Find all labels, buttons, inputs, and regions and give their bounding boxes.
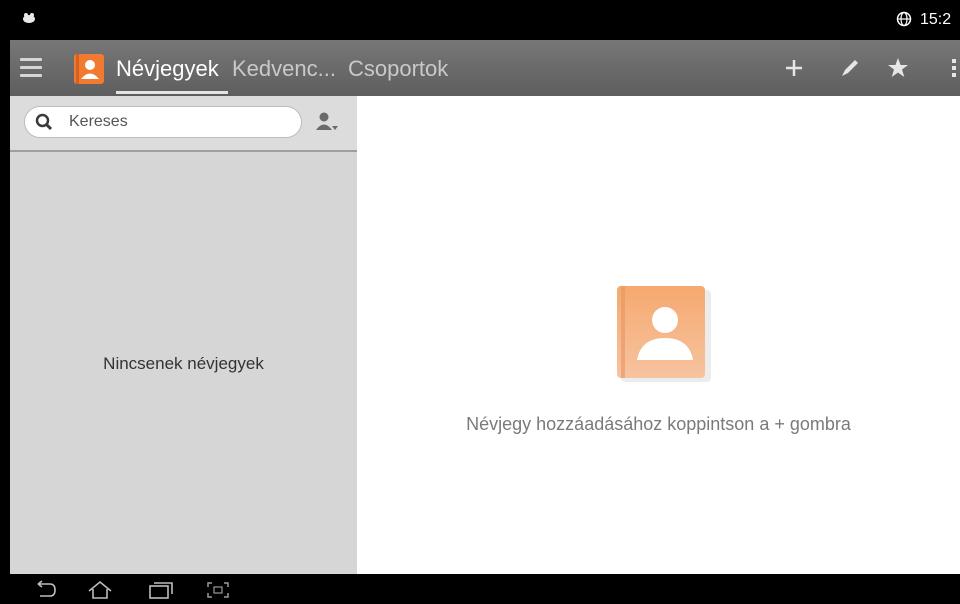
navigation-bar (0, 574, 960, 604)
add-icon[interactable] (780, 54, 808, 82)
contact-book-icon (617, 286, 711, 382)
contacts-app-icon (74, 54, 104, 84)
search-icon (35, 113, 53, 131)
contact-detail-panel: Névjegy hozzáadásához koppintson a + gom… (357, 96, 960, 574)
star-icon[interactable] (884, 54, 912, 82)
search-field[interactable] (24, 106, 302, 138)
contact-filter-icon[interactable] (314, 110, 340, 134)
contacts-list-panel: Nincsenek névjegyek (10, 96, 357, 574)
notification-icon (23, 13, 35, 23)
back-icon[interactable] (32, 580, 60, 600)
edit-icon[interactable] (836, 54, 864, 82)
tab-contacts[interactable]: Névjegyek (116, 56, 219, 82)
tab-groups[interactable]: Csoportok (348, 56, 448, 82)
search-bar (10, 96, 357, 152)
hamburger-menu-icon[interactable] (20, 58, 42, 78)
add-contact-hint: Névjegy hozzáadásához koppintson a + gom… (466, 414, 851, 434)
tab-favorites[interactable]: Kedvenc... (232, 56, 336, 82)
overflow-menu-icon[interactable] (940, 54, 960, 82)
status-bar: 15:2 (0, 0, 960, 40)
search-input[interactable] (69, 113, 289, 131)
status-time: 15:2 (920, 11, 952, 28)
empty-list-message: Nincsenek névjegyek (103, 354, 264, 373)
recent-apps-icon[interactable] (146, 580, 174, 600)
active-tab-indicator (116, 91, 228, 94)
action-bar: Névjegyek Kedvenc... Csoportok (10, 40, 960, 96)
screenshot-icon[interactable] (204, 580, 232, 600)
globe-icon (896, 11, 912, 27)
home-icon[interactable] (86, 580, 114, 600)
